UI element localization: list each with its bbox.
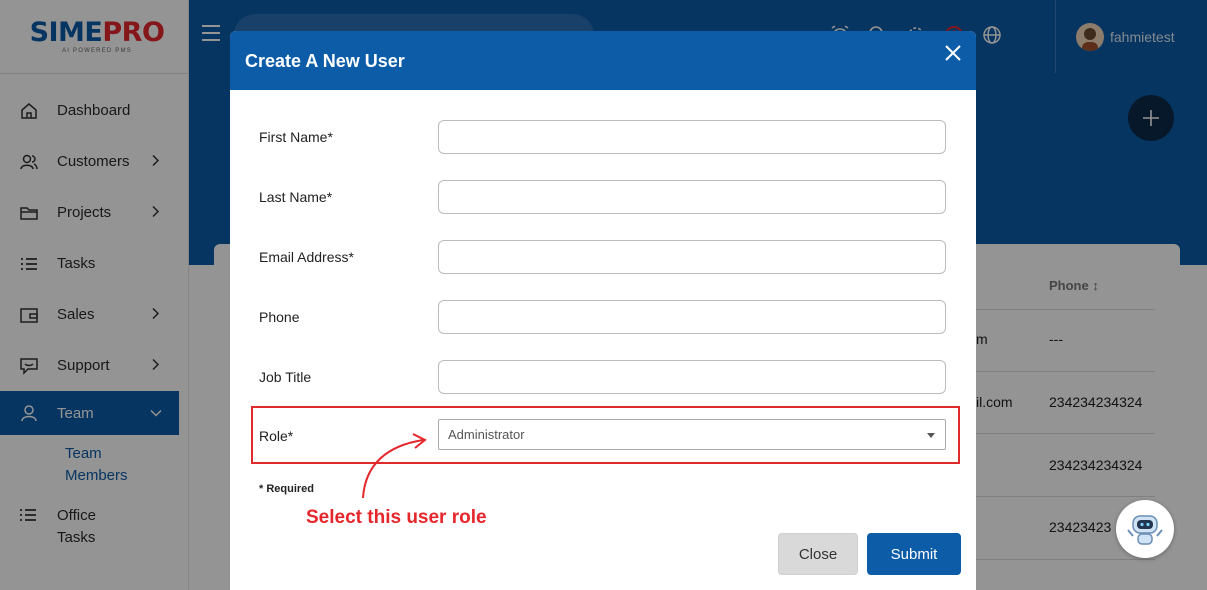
job-title-row: Job Title: [230, 360, 976, 394]
email-input[interactable]: [438, 240, 946, 274]
last-name-input[interactable]: [438, 180, 946, 214]
create-user-modal: Create A New User First Name* Last Name*…: [230, 31, 976, 590]
job-title-label: Job Title: [259, 369, 312, 385]
close-icon[interactable]: [942, 42, 964, 64]
email-label: Email Address*: [259, 249, 354, 265]
modal-header: Create A New User: [230, 31, 976, 90]
submit-button[interactable]: Submit: [867, 533, 961, 575]
close-button[interactable]: Close: [778, 533, 858, 575]
last-name-label: Last Name*: [259, 189, 333, 205]
annotation-text: Select this user role: [306, 507, 487, 528]
first-name-row: First Name*: [230, 120, 976, 154]
modal-title: Create A New User: [245, 51, 405, 71]
phone-row: Phone: [230, 300, 976, 334]
annotation-arrow-icon: [362, 433, 427, 499]
first-name-input[interactable]: [438, 120, 946, 154]
chatbot-button[interactable]: [1116, 500, 1174, 558]
first-name-label: First Name*: [259, 129, 333, 145]
job-title-input[interactable]: [438, 360, 946, 394]
robot-icon: [1127, 515, 1163, 545]
email-row: Email Address*: [230, 240, 976, 274]
phone-label: Phone: [259, 309, 300, 325]
required-note: * Required: [259, 483, 315, 495]
phone-input[interactable]: [438, 300, 946, 334]
last-name-row: Last Name*: [230, 180, 976, 214]
